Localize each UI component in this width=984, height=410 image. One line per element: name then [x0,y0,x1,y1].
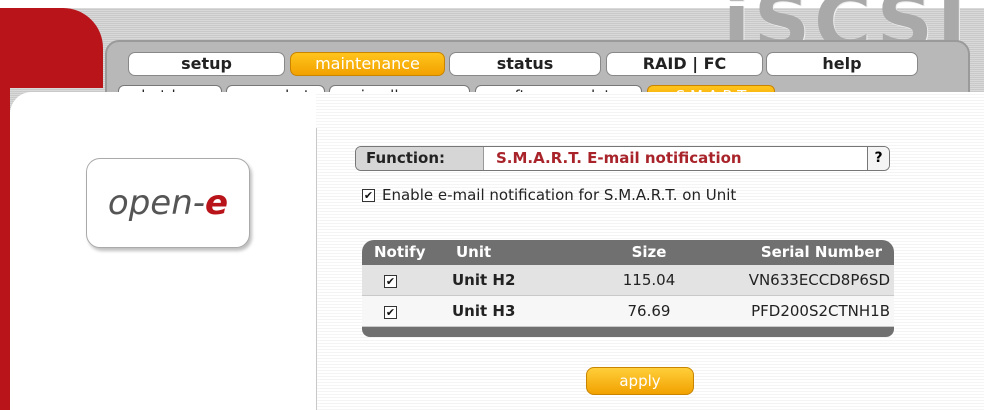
header-notify: Notify [374,243,426,261]
enable-notification-option: ✔ Enable e-mail notification for S.M.A.R… [362,186,736,204]
tab-maintenance[interactable]: maintenance [290,52,445,76]
left-panel [10,92,316,410]
enable-notification-checkbox[interactable]: ✔ [362,188,375,202]
panel-divider [316,128,317,410]
unit-size: 115.04 [622,271,676,289]
tab-setup[interactable]: setup [128,52,285,76]
logo-text: open-e [108,183,228,223]
notify-cell: ✔ [362,296,452,326]
table-footer [362,327,894,337]
function-label: Function: [356,147,484,170]
logo-text-accent: e [205,183,229,223]
table-row: ✔ Unit H3 76.69 PFD200S2CTNH1B [362,296,894,327]
help-button[interactable]: ? [867,147,889,170]
tab-help[interactable]: help [766,52,918,76]
notify-checkbox-unit-h2[interactable]: ✔ [384,275,397,288]
unit-serial: PFD200S2CTNH1B [751,302,890,320]
table-header: Notify Unit Size Serial Number [362,240,894,265]
function-bar: Function: S.M.A.R.T. E-mail notification… [355,146,890,171]
header-size: Size [631,243,667,261]
notify-checkbox-unit-h3[interactable]: ✔ [384,306,397,319]
unit-name: Unit H2 [452,271,516,289]
header-unit: Unit [456,243,492,261]
tab-raid-fc[interactable]: RAID | FC [606,52,763,76]
open-e-logo: open-e [86,158,250,248]
enable-notification-label: Enable e-mail notification for S.M.A.R.T… [382,186,737,204]
unit-serial: VN633ECCD8P6SD [748,271,890,289]
tab-status[interactable]: status [449,52,601,76]
table-row: ✔ Unit H2 115.04 VN633ECCD8P6SD [362,265,894,296]
apply-button[interactable]: apply [586,367,694,395]
header-serial-number: Serial Number [760,243,882,261]
notify-cell: ✔ [362,265,452,295]
logo-text-main: open- [107,183,206,223]
unit-name: Unit H3 [452,302,516,320]
unit-table: Notify Unit Size Serial Number ✔ Unit H2… [362,240,894,337]
function-title: S.M.A.R.T. E-mail notification [496,149,742,167]
unit-size: 76.69 [627,302,671,320]
brand-red-corner [8,8,103,88]
